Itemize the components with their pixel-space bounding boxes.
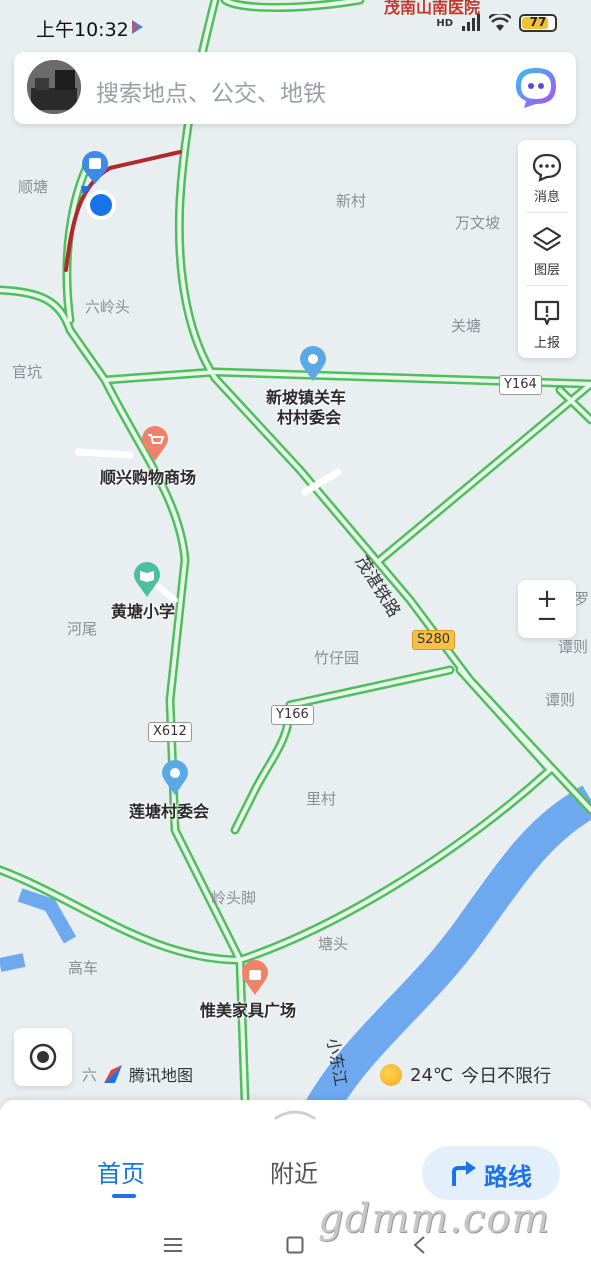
tencent-map-logo-icon	[104, 1065, 123, 1083]
wifi-icon	[489, 14, 511, 31]
status-time: 上午10:32	[36, 19, 129, 41]
route-turn-icon	[452, 1161, 476, 1186]
poi-label[interactable]: 惟美家具广场	[200, 997, 296, 1021]
poi-label[interactable]: 顺兴购物商场	[100, 464, 196, 488]
place-label: 官坑	[12, 363, 43, 381]
zoom-out-button[interactable]: −	[518, 604, 576, 634]
message-icon	[532, 153, 562, 182]
status-bar: 上午10:32 HD 77	[0, 0, 591, 52]
place-label: 万文坡	[455, 214, 501, 232]
map-canvas[interactable]: 茂南山南医院 顺塘 新村 万文坡 六岭头 关塘 官坑 河尾 竹仔园 谭则 谭则 …	[0, 0, 591, 1110]
place-label: 河尾	[67, 620, 98, 638]
map-tools-panel: 消息 图层 上报	[518, 140, 576, 358]
place-label: 谭则	[558, 638, 589, 656]
locate-icon	[29, 1043, 57, 1071]
report-button[interactable]: 上报	[518, 286, 576, 358]
road-tag: Y166	[271, 705, 314, 725]
place-label: 竹仔园	[314, 649, 360, 667]
place-label: 里村	[306, 790, 337, 808]
place-label: 六岭头	[85, 298, 131, 316]
active-tab-indicator	[112, 1194, 136, 1198]
report-label: 上报	[533, 336, 560, 351]
layers-label: 图层	[533, 263, 560, 278]
search-input[interactable]: 搜索地点、公交、地铁	[96, 74, 326, 108]
avatar[interactable]	[27, 60, 81, 114]
layers-button[interactable]: 图层	[518, 213, 576, 285]
assistant-chat-icon[interactable]	[512, 64, 560, 112]
place-label: 关塘	[451, 317, 482, 335]
sun-icon	[380, 1064, 402, 1086]
place-label: 六	[82, 1065, 98, 1084]
place-label: 谭则	[545, 691, 576, 709]
place-label: 岭头脚	[211, 889, 257, 907]
tab-nearby[interactable]: 附近	[270, 1154, 318, 1189]
road-tag: Y164	[499, 375, 542, 395]
place-label: 塘头	[318, 935, 349, 953]
bottom-sheet[interactable]: 首页 附近 路线	[0, 1100, 591, 1210]
weather-widget[interactable]: 24℃ 今日不限行	[380, 1062, 551, 1088]
traffic-restriction: 今日不限行	[461, 1066, 552, 1087]
road-tag: X612	[148, 722, 192, 742]
place-label: 新村	[336, 192, 367, 210]
watermark-text: gdmm.com	[318, 1196, 551, 1242]
locate-me-button[interactable]	[14, 1028, 72, 1086]
route-button[interactable]: 路线	[422, 1146, 560, 1200]
home-square-icon[interactable]	[286, 1236, 304, 1254]
route-label: 路线	[484, 1163, 532, 1191]
road-tag: S280	[412, 630, 456, 650]
location-pin-icon[interactable]	[298, 346, 328, 382]
poi-label[interactable]: 村村委会	[277, 404, 341, 428]
menu-icon[interactable]	[163, 1236, 183, 1254]
zoom-control: + −	[518, 580, 576, 638]
shopping-bag-icon[interactable]	[240, 960, 270, 996]
battery-icon: 77	[519, 14, 557, 32]
place-label: 高车	[68, 959, 99, 977]
poi-label[interactable]: 黄塘小学	[111, 598, 175, 622]
messages-button[interactable]: 消息	[518, 140, 576, 212]
brand-logo: 六 腾讯地图	[82, 1062, 193, 1086]
brand-name: 腾讯地图	[129, 1066, 194, 1085]
report-icon	[534, 300, 560, 326]
current-location-icon	[86, 190, 116, 220]
signal-icon	[462, 14, 480, 31]
place-label: 顺塘	[18, 178, 49, 196]
battery-percent: 77	[529, 15, 547, 29]
temperature: 24℃	[410, 1064, 454, 1086]
search-bar[interactable]: 搜索地点、公交、地铁	[14, 52, 576, 124]
location-pin-icon[interactable]	[160, 760, 190, 796]
play-store-icon	[132, 20, 143, 34]
shopping-cart-icon[interactable]	[140, 426, 170, 462]
poi-label[interactable]: 莲塘村委会	[129, 798, 209, 822]
chevron-up-icon[interactable]	[274, 1108, 316, 1120]
river-tributary	[0, 888, 77, 972]
tab-home[interactable]: 首页	[97, 1154, 145, 1189]
network-type-label: HD	[436, 17, 453, 29]
layers-icon	[532, 226, 562, 252]
place-label: 罗	[574, 590, 590, 608]
school-book-icon[interactable]	[132, 562, 162, 598]
messages-label: 消息	[533, 190, 560, 205]
